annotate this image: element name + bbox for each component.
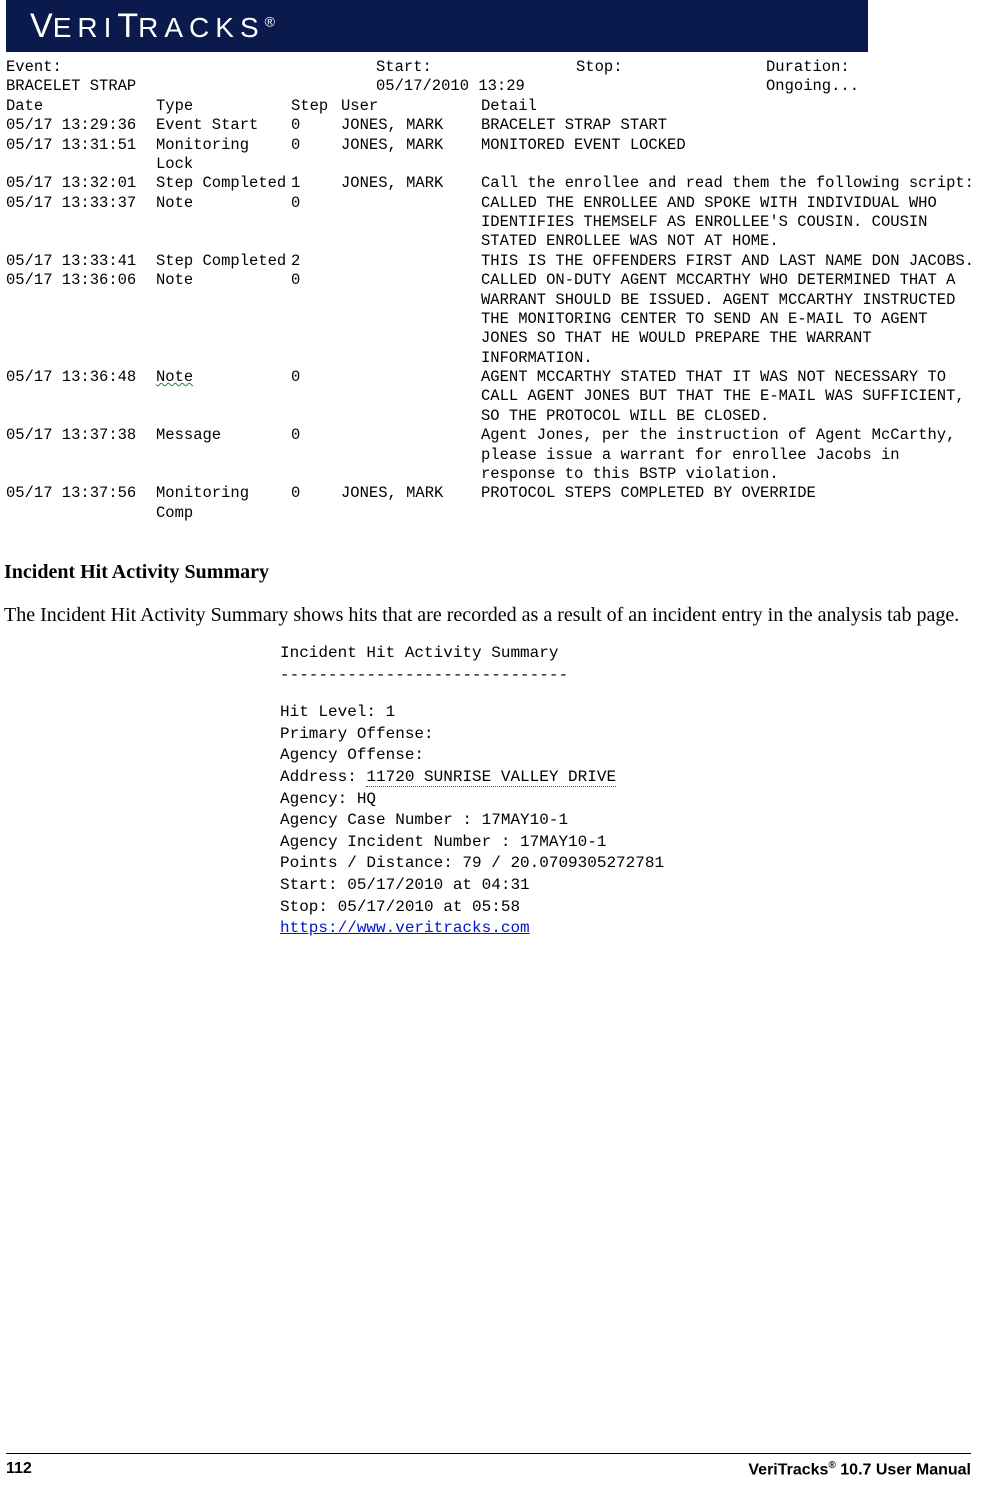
cell-type: Note [156,271,291,368]
log-rows: 05/17 13:29:36Event Start0JONES, MARKBRA… [6,116,975,523]
cell-step: 0 [291,271,341,368]
cell-date: 05/17 13:29:36 [6,116,156,135]
stop-value [576,77,766,96]
app-header: VERITRACKS® [6,0,868,52]
cell-type: Step Completed [156,252,291,271]
cell-detail: CALLED ON-DUTY AGENT MCCARTHY WHO DETERM… [481,271,975,368]
column-headers: Date Type Step User Detail [6,97,975,116]
cell-type: Note [156,194,291,252]
cell-detail: MONITORED EVENT LOCKED [481,136,975,175]
cell-type: Step Completed [156,174,291,193]
start-value: 05/17/2010 13:29 [376,77,576,96]
cell-type: Note [156,368,291,426]
event-label: Event: [6,58,376,77]
incident-start: Start: 05/17/2010 at 04:31 [280,875,981,897]
cell-user [341,252,481,271]
incident-incident-number: Agency Incident Number : 17MAY10-1 [280,832,981,854]
table-row: 05/17 13:31:51Monitoring Lock0JONES, MAR… [6,136,975,175]
cell-user [341,271,481,368]
cell-step: 0 [291,194,341,252]
col-detail: Detail [481,97,975,116]
cell-step: 0 [291,368,341,426]
table-row: 05/17 13:36:06Note0 CALLED ON-DUTY AGENT … [6,271,975,368]
incident-points-distance: Points / Distance: 79 / 20.0709305272781 [280,853,981,875]
cell-detail: PROTOCOL STEPS COMPLETED BY OVERRIDE [481,484,975,523]
table-row: 05/17 13:36:48Note0 AGENT MCCARTHY STATED… [6,368,975,426]
cell-user: JONES, MARK [341,484,481,523]
cell-date: 05/17 13:36:06 [6,271,156,368]
incident-primary-offense: Primary Offense: [280,724,981,746]
col-user: User [341,97,481,116]
incident-agency: Agency: HQ [280,789,981,811]
cell-date: 05/17 13:37:56 [6,484,156,523]
cell-user [341,368,481,426]
cell-detail: Agent Jones, per the instruction of Agen… [481,426,975,484]
cell-detail: CALLED THE ENROLLEE AND SPOKE WITH INDIV… [481,194,975,252]
incident-summary: Incident Hit Activity Summary ----------… [280,643,981,940]
page-footer: 112 VeriTracks® 10.7 User Manual [0,1453,981,1479]
table-row: 05/17 13:33:41Step Completed2 THIS IS THE… [6,252,975,271]
cell-detail: THIS IS THE OFFENDERS FIRST AND LAST NAM… [481,252,975,271]
cell-date: 05/17 13:36:48 [6,368,156,426]
incident-stop: Stop: 05/17/2010 at 05:58 [280,897,981,919]
start-label: Start: [376,58,576,77]
event-header-values: BRACELET STRAP 05/17/2010 13:29 Ongoing.… [6,77,975,96]
cell-type: Monitoring Lock [156,136,291,175]
incident-sep: ------------------------------ [280,665,981,687]
cell-date: 05/17 13:33:37 [6,194,156,252]
event-report: Event: Start: Stop: Duration: BRACELET S… [0,52,981,523]
cell-user: JONES, MARK [341,174,481,193]
cell-step: 0 [291,484,341,523]
cell-date: 05/17 13:31:51 [6,136,156,175]
logo: VERITRACKS® [30,7,275,46]
page-number: 112 [6,1460,32,1479]
event-header-labels: Event: Start: Stop: Duration: [6,58,975,77]
stop-label: Stop: [576,58,766,77]
cell-step: 0 [291,426,341,484]
incident-case-number: Agency Case Number : 17MAY10-1 [280,810,981,832]
cell-detail: Call the enrollee and read them the foll… [481,174,975,193]
event-value: BRACELET STRAP [6,77,376,96]
cell-user: JONES, MARK [341,136,481,175]
cell-detail: AGENT MCCARTHY STATED THAT IT WAS NOT NE… [481,368,975,426]
cell-date: 05/17 13:33:41 [6,252,156,271]
col-date: Date [6,97,156,116]
incident-hit-level: Hit Level: 1 [280,702,981,724]
cell-user [341,426,481,484]
cell-step: 0 [291,116,341,135]
section-body: The Incident Hit Activity Summary shows … [4,602,971,629]
table-row: 05/17 13:37:38Message0 Agent Jones, per t… [6,426,975,484]
cell-user [341,194,481,252]
cell-type: Event Start [156,116,291,135]
duration-label: Duration: [766,58,850,77]
duration-value: Ongoing... [766,77,859,96]
section-heading: Incident Hit Activity Summary [4,561,981,584]
incident-address-value: 11720 SUNRISE VALLEY DRIVE [366,768,616,787]
cell-detail: BRACELET STRAP START [481,116,975,135]
incident-address: Address: 11720 SUNRISE VALLEY DRIVE [280,767,981,789]
table-row: 05/17 13:37:56Monitoring Comp0JONES, MAR… [6,484,975,523]
cell-type: Message [156,426,291,484]
table-row: 05/17 13:29:36Event Start0JONES, MARKBRA… [6,116,975,135]
cell-user: JONES, MARK [341,116,481,135]
cell-date: 05/17 13:37:38 [6,426,156,484]
cell-step: 0 [291,136,341,175]
footer-product: VeriTracks® 10.7 User Manual [748,1460,971,1479]
incident-link[interactable]: https://www.veritracks.com [280,919,530,937]
cell-date: 05/17 13:32:01 [6,174,156,193]
col-type: Type [156,97,291,116]
cell-step: 1 [291,174,341,193]
col-step: Step [291,97,341,116]
table-row: 05/17 13:32:01Step Completed1JONES, MARK… [6,174,975,193]
table-row: 05/17 13:33:37Note0 CALLED THE ENROLLEE A… [6,194,975,252]
incident-agency-offense: Agency Offense: [280,745,981,767]
cell-step: 2 [291,252,341,271]
incident-title: Incident Hit Activity Summary [280,643,981,665]
cell-type: Monitoring Comp [156,484,291,523]
